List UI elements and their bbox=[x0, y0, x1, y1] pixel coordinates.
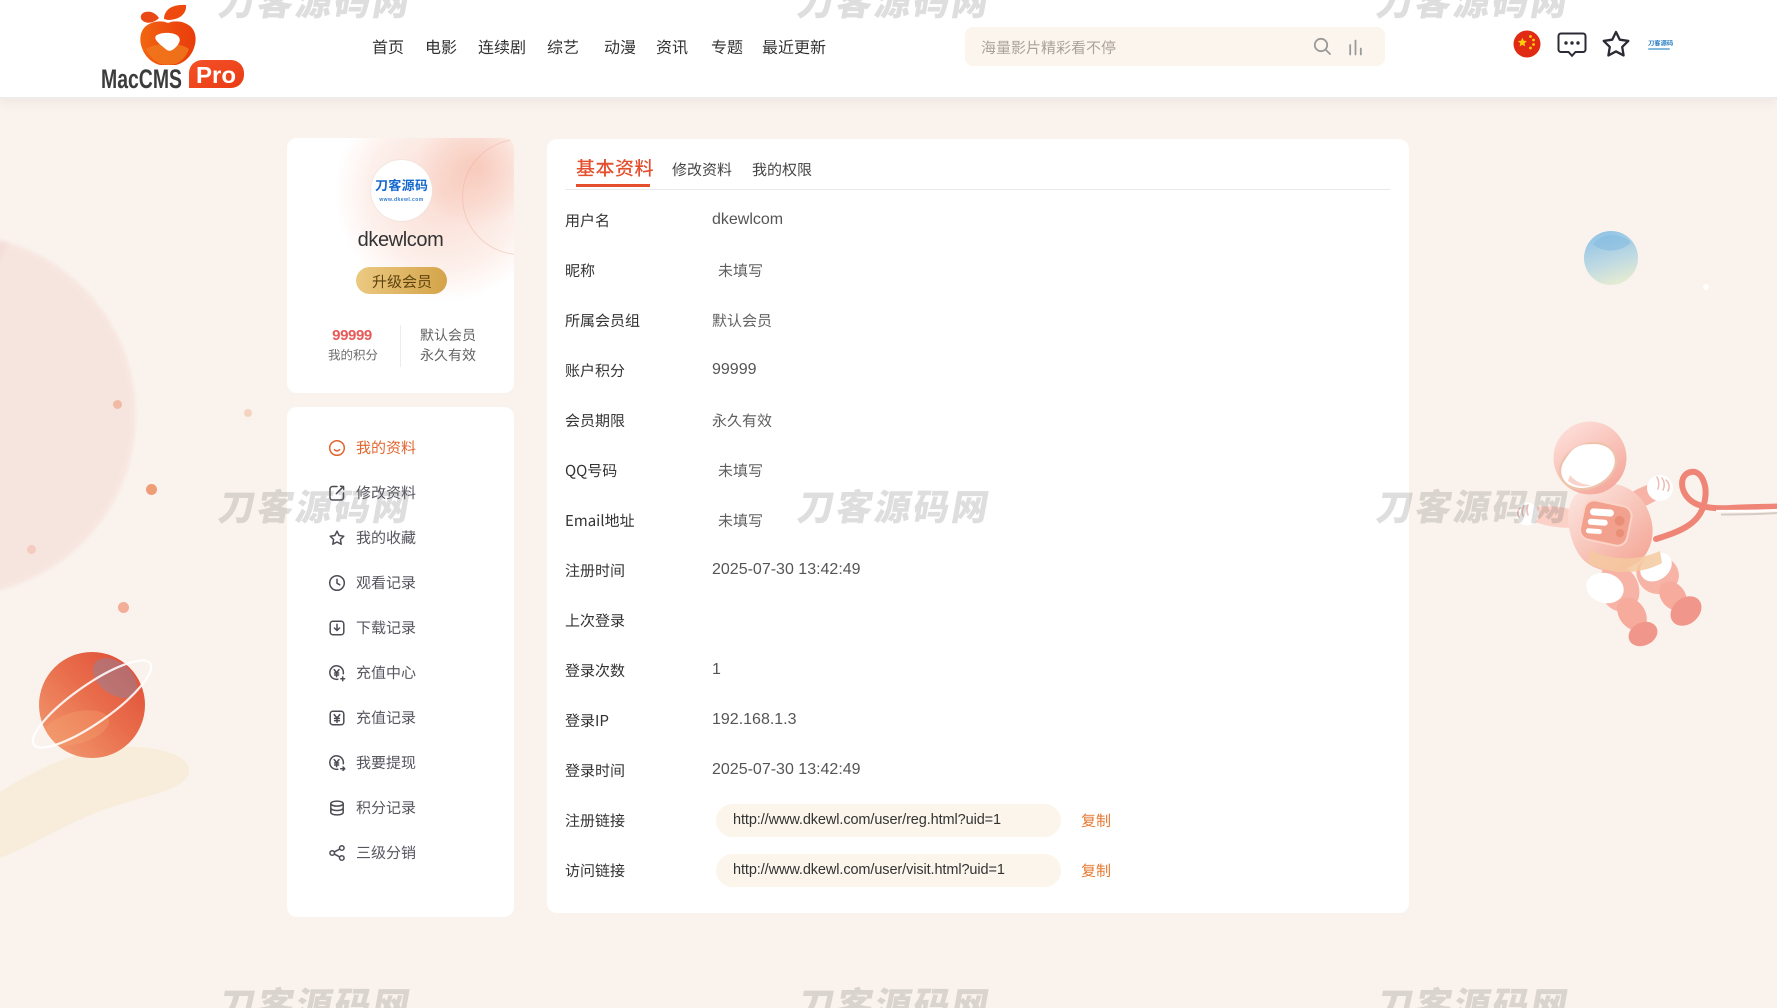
svg-text:MacCMS: MacCMS bbox=[101, 64, 182, 94]
svg-text:Pro: Pro bbox=[196, 62, 236, 88]
svg-text:www.dkewl.com: www.dkewl.com bbox=[378, 197, 423, 203]
